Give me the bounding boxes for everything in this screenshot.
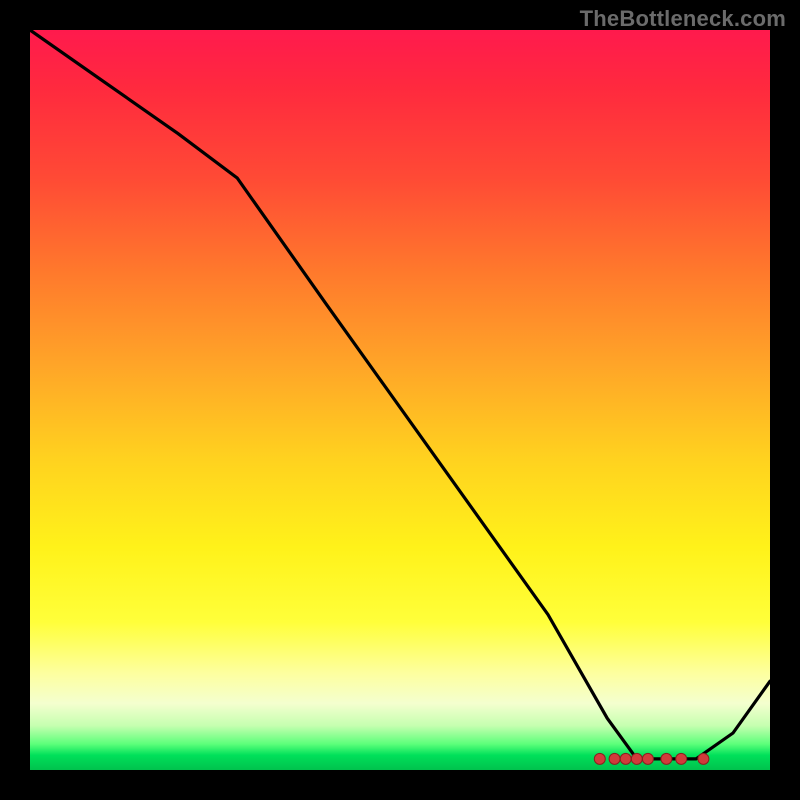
marker-dot [609, 753, 620, 764]
chart-frame: TheBottleneck.com [0, 0, 800, 800]
marker-dot [631, 753, 642, 764]
plot-area [30, 30, 770, 770]
marker-dot [620, 753, 631, 764]
marker-dot [698, 753, 709, 764]
marker-dot [642, 753, 653, 764]
marker-dot [594, 753, 605, 764]
chart-svg [30, 30, 770, 770]
main-curve [30, 30, 770, 759]
marker-dot [676, 753, 687, 764]
watermark-text: TheBottleneck.com [580, 6, 786, 32]
marker-dot [661, 753, 672, 764]
